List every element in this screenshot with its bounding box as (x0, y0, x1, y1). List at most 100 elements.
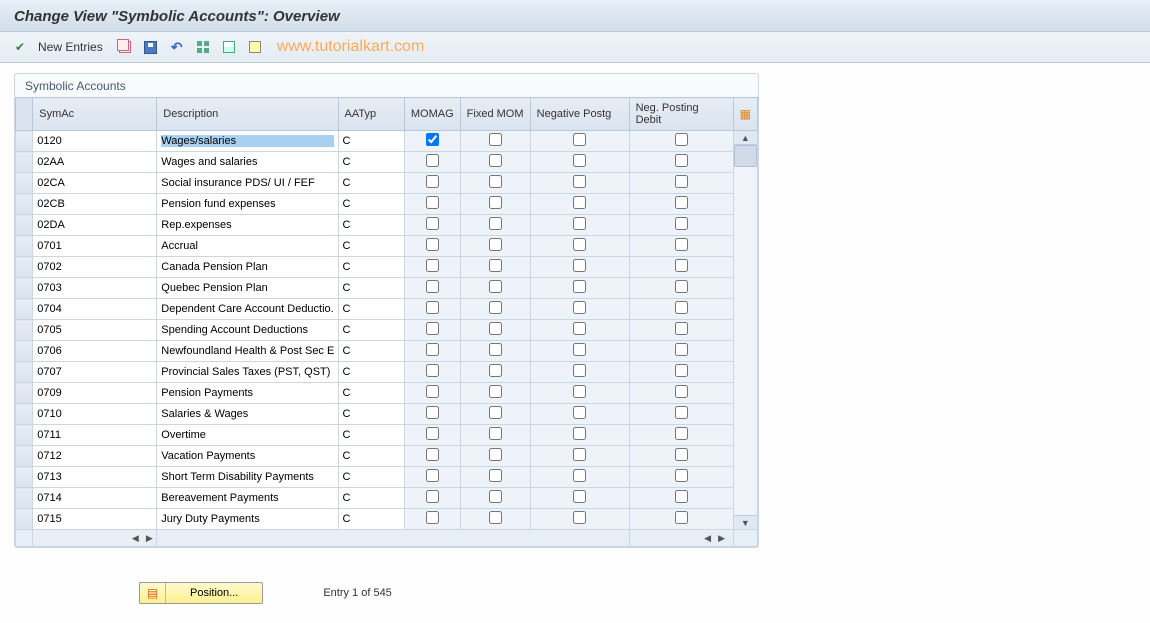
description-input[interactable] (161, 198, 333, 210)
symac-input[interactable] (37, 324, 152, 336)
neg-checkbox[interactable] (573, 364, 586, 377)
negdebit-checkbox[interactable] (675, 427, 688, 440)
row-selector[interactable] (16, 278, 33, 299)
negdebit-checkbox[interactable] (675, 385, 688, 398)
description-input[interactable] (161, 513, 333, 525)
fixed-checkbox[interactable] (489, 217, 502, 230)
fixed-checkbox[interactable] (489, 511, 502, 524)
description-input[interactable] (161, 177, 333, 189)
row-selector[interactable] (16, 404, 33, 425)
negdebit-checkbox[interactable] (675, 322, 688, 335)
row-selector[interactable] (16, 173, 33, 194)
neg-checkbox[interactable] (573, 490, 586, 503)
description-input[interactable] (161, 366, 333, 378)
negdebit-checkbox[interactable] (675, 217, 688, 230)
neg-checkbox[interactable] (573, 259, 586, 272)
aatyp-input[interactable] (343, 429, 400, 441)
negdebit-checkbox[interactable] (675, 196, 688, 209)
symac-input[interactable] (37, 198, 152, 210)
fixed-checkbox[interactable] (489, 238, 502, 251)
aatyp-input[interactable] (343, 156, 400, 168)
description-input[interactable] (161, 408, 333, 420)
fixed-checkbox[interactable] (489, 154, 502, 167)
neg-checkbox[interactable] (573, 322, 586, 335)
neg-checkbox[interactable] (573, 343, 586, 356)
aatyp-input[interactable] (343, 324, 400, 336)
fixed-checkbox[interactable] (489, 322, 502, 335)
momag-checkbox[interactable] (426, 217, 439, 230)
neg-checkbox[interactable] (573, 301, 586, 314)
description-input[interactable] (161, 450, 333, 462)
negdebit-checkbox[interactable] (675, 259, 688, 272)
symac-input[interactable] (37, 303, 152, 315)
momag-checkbox[interactable] (426, 196, 439, 209)
fixed-checkbox[interactable] (489, 385, 502, 398)
vertical-scrollbar[interactable]: ▲▼ (733, 131, 757, 530)
aatyp-input[interactable] (343, 177, 400, 189)
negdebit-checkbox[interactable] (675, 343, 688, 356)
aatyp-input[interactable] (343, 282, 400, 294)
col-negative-postg[interactable]: Negative Postg (530, 98, 629, 131)
description-input[interactable] (161, 240, 333, 252)
fixed-checkbox[interactable] (489, 343, 502, 356)
fixed-checkbox[interactable] (489, 301, 502, 314)
fixed-checkbox[interactable] (489, 133, 502, 146)
symac-input[interactable] (37, 471, 152, 483)
negdebit-checkbox[interactable] (675, 301, 688, 314)
row-selector[interactable] (16, 299, 33, 320)
momag-checkbox[interactable] (426, 322, 439, 335)
check-icon[interactable] (10, 37, 30, 57)
description-input[interactable] (161, 387, 333, 399)
table-config-icon[interactable] (733, 98, 757, 131)
col-fixed-mom[interactable]: Fixed MOM (460, 98, 530, 131)
description-input[interactable] (161, 303, 333, 315)
fixed-checkbox[interactable] (489, 469, 502, 482)
deselect-icon[interactable] (245, 37, 265, 57)
aatyp-input[interactable] (343, 387, 400, 399)
hscroll-left2-icon[interactable]: ◀ (701, 533, 715, 544)
fixed-checkbox[interactable] (489, 280, 502, 293)
select-all-icon[interactable] (193, 37, 213, 57)
col-neg-posting-debit[interactable]: Neg. Posting Debit (629, 98, 733, 131)
hscroll-left-icon[interactable]: ◀ (128, 533, 142, 544)
symac-input[interactable] (37, 387, 152, 399)
neg-checkbox[interactable] (573, 448, 586, 461)
fixed-checkbox[interactable] (489, 427, 502, 440)
symac-input[interactable] (37, 429, 152, 441)
row-selector[interactable] (16, 194, 33, 215)
momag-checkbox[interactable] (426, 154, 439, 167)
row-selector[interactable] (16, 383, 33, 404)
row-selector[interactable] (16, 509, 33, 530)
row-selector[interactable] (16, 362, 33, 383)
neg-checkbox[interactable] (573, 511, 586, 524)
row-selector[interactable] (16, 152, 33, 173)
aatyp-input[interactable] (343, 513, 400, 525)
negdebit-checkbox[interactable] (675, 511, 688, 524)
momag-checkbox[interactable] (426, 301, 439, 314)
description-input[interactable] (161, 324, 333, 336)
copy-icon[interactable] (115, 37, 135, 57)
col-symac[interactable]: SymAc (33, 98, 157, 131)
col-description[interactable]: Description (157, 98, 338, 131)
neg-checkbox[interactable] (573, 427, 586, 440)
momag-checkbox[interactable] (426, 511, 439, 524)
fixed-checkbox[interactable] (489, 448, 502, 461)
symac-input[interactable] (37, 156, 152, 168)
negdebit-checkbox[interactable] (675, 406, 688, 419)
symac-input[interactable] (37, 240, 152, 252)
description-input[interactable] (161, 345, 333, 357)
row-selector[interactable] (16, 488, 33, 509)
col-aatyp[interactable]: AATyp (338, 98, 404, 131)
momag-checkbox[interactable] (426, 469, 439, 482)
symac-input[interactable] (37, 261, 152, 273)
neg-checkbox[interactable] (573, 238, 586, 251)
horizontal-scrollbar[interactable]: ◀▶ ◀▶ (16, 530, 758, 547)
row-selector[interactable] (16, 425, 33, 446)
description-input[interactable] (161, 156, 333, 168)
hscroll-right2-icon[interactable]: ▶ (715, 533, 729, 544)
row-selector[interactable] (16, 446, 33, 467)
symac-input[interactable] (37, 408, 152, 420)
negdebit-checkbox[interactable] (675, 364, 688, 377)
symac-input[interactable] (37, 366, 152, 378)
symac-input[interactable] (37, 219, 152, 231)
